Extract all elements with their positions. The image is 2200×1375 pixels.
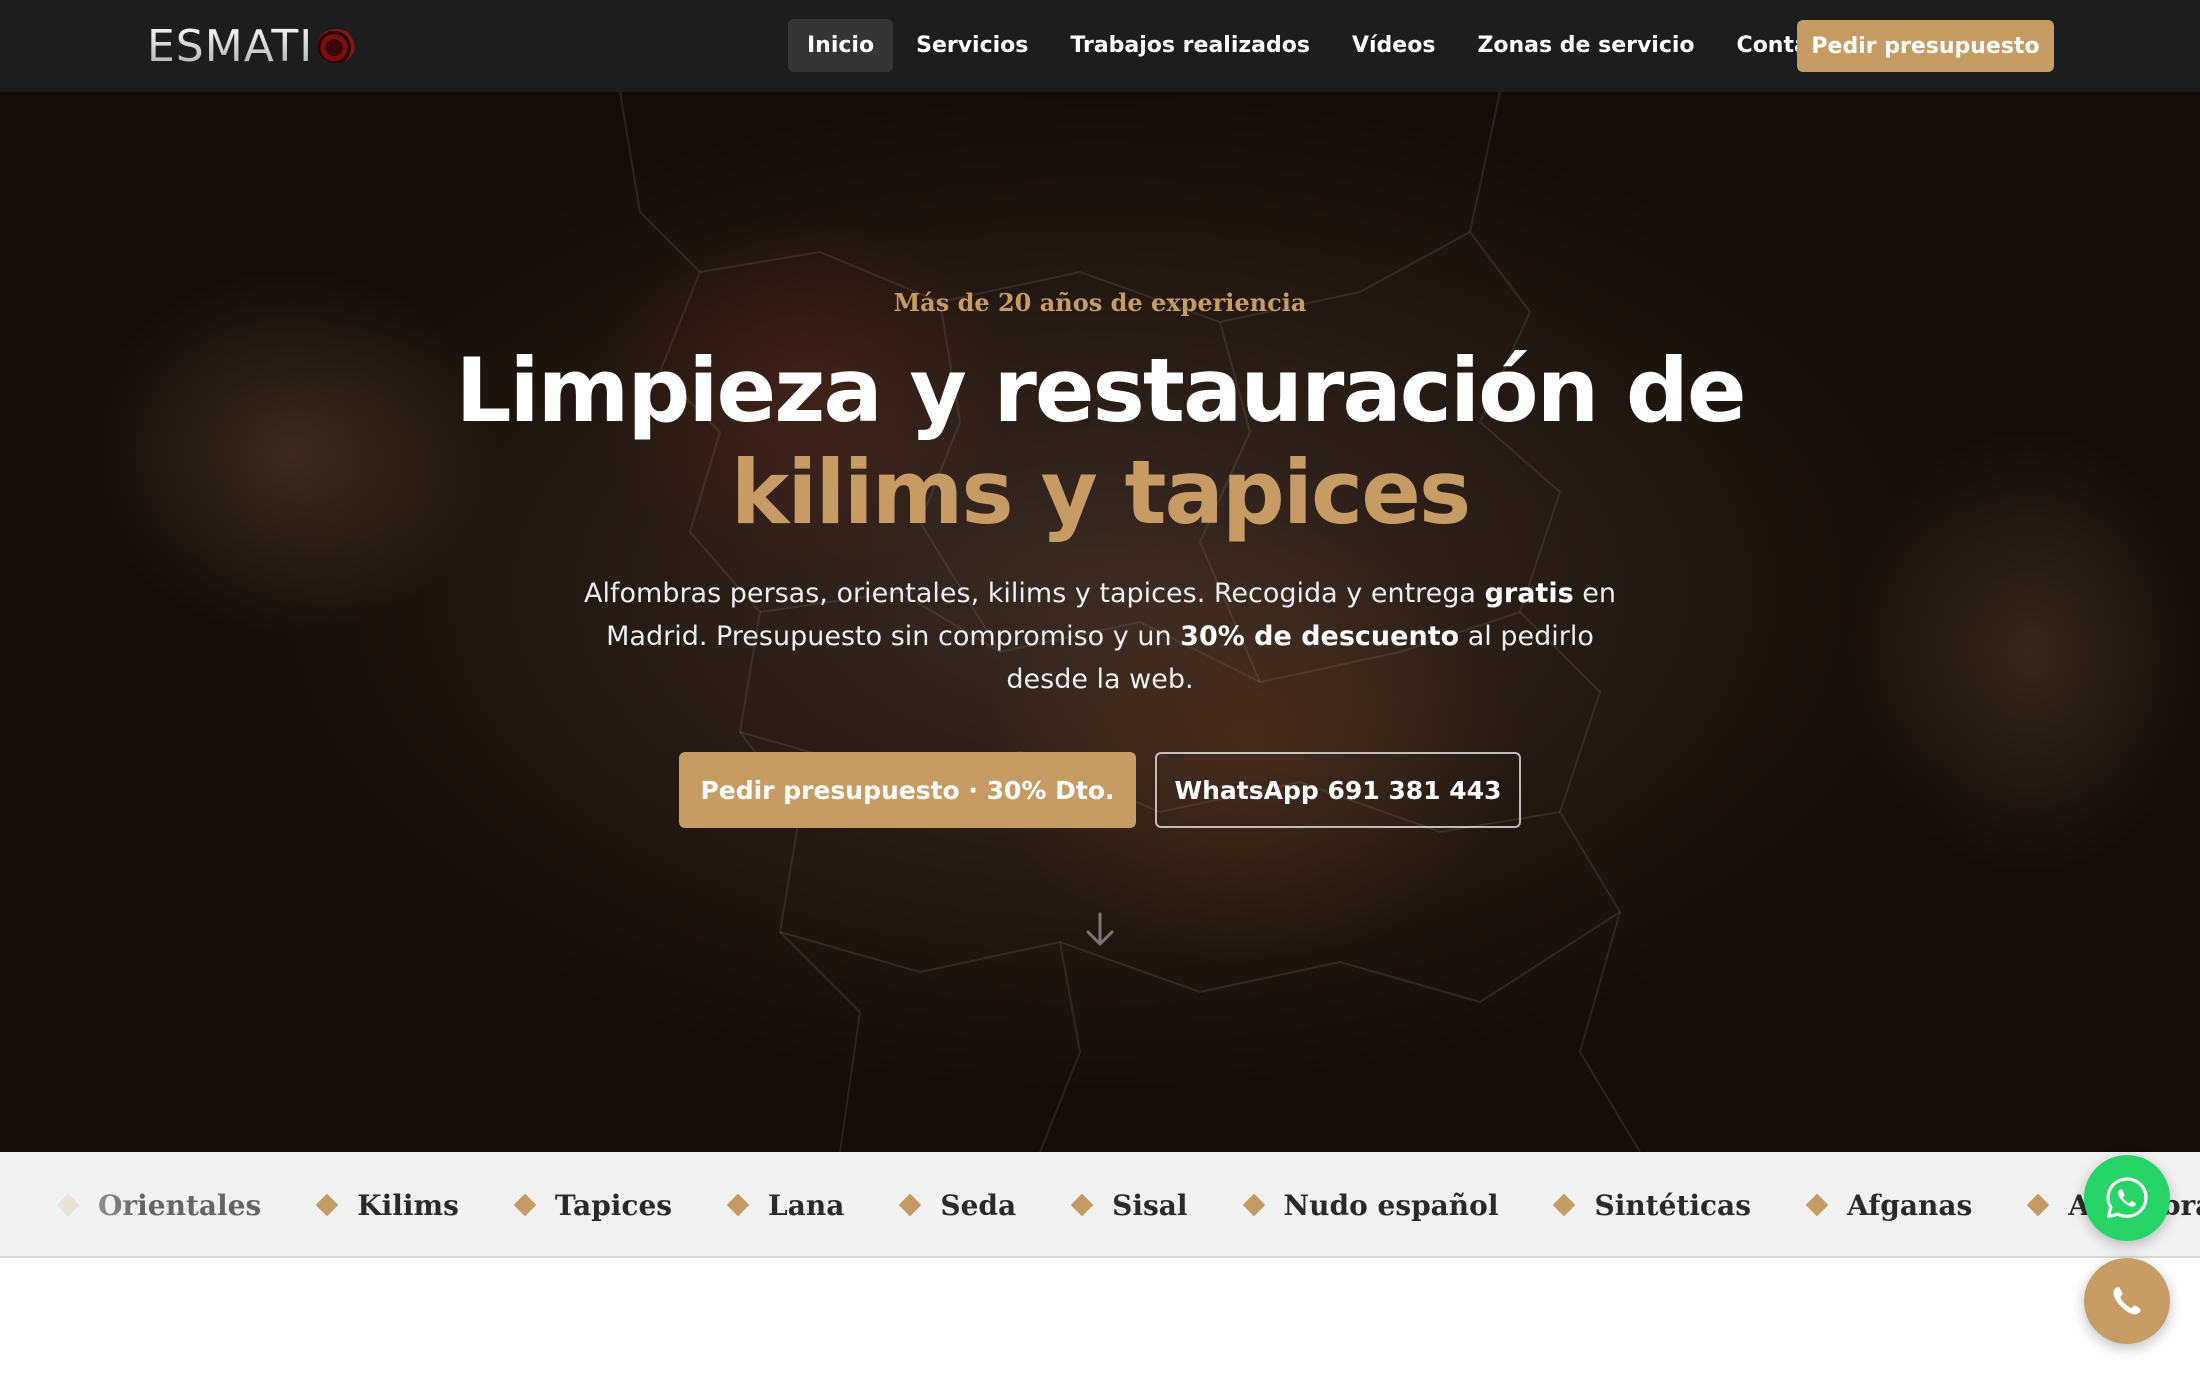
rug-type-label: Seda xyxy=(940,1188,1017,1222)
diamond-icon xyxy=(315,1193,339,1217)
hero-subtext-part1: Alfombras persas, orientales, kilims y t… xyxy=(584,578,1485,609)
strip-fade-left xyxy=(0,1152,140,1256)
nav-item-videos[interactable]: Vídeos xyxy=(1333,19,1454,72)
whatsapp-floating-button[interactable] xyxy=(2084,1155,2170,1241)
hero-headline: Limpieza y restauración de kilims y tapi… xyxy=(0,340,2200,544)
diamond-icon xyxy=(1070,1193,1094,1217)
logo[interactable]: ESMATI xyxy=(147,18,356,74)
hero-quote-button[interactable]: Pedir presupuesto · 30% Dto. xyxy=(679,752,1136,828)
nav-item-inicio[interactable]: Inicio xyxy=(788,19,894,72)
rug-type-label: Kilims xyxy=(357,1188,459,1222)
phone-floating-button[interactable] xyxy=(2084,1258,2170,1344)
rug-types-strip: Orientales Kilims Tapices Lana Seda Sisa… xyxy=(0,1152,2200,1258)
hero-subtext-bold1: gratis xyxy=(1484,578,1574,609)
main-nav: Inicio Servicios Trabajos realizados Víd… xyxy=(788,19,1871,72)
diamond-icon xyxy=(1242,1193,1265,1217)
diamond-icon xyxy=(726,1193,750,1217)
diamond-icon xyxy=(513,1193,537,1217)
rug-type-label: Afganas xyxy=(1846,1188,1973,1222)
rug-type-label: Tapices xyxy=(554,1188,673,1222)
rug-type-label: Sisal xyxy=(1112,1188,1188,1222)
hero-section: Más de 20 años de experiencia Limpieza y… xyxy=(0,92,2200,1152)
hero-headline-accent: kilims y tapices xyxy=(730,441,1472,544)
diamond-icon xyxy=(899,1193,922,1217)
hero-whatsapp-button[interactable]: WhatsApp 691 381 443 xyxy=(1155,752,1521,828)
logo-mark-icon xyxy=(317,29,356,63)
diamond-icon xyxy=(1805,1193,1829,1217)
diamond-icon xyxy=(2026,1193,2050,1217)
rug-type-item: Afganas xyxy=(1805,1188,1973,1222)
rug-types-track: Orientales Kilims Tapices Lana Seda Sisa… xyxy=(56,1152,2200,1256)
rug-type-label: Sintéticas xyxy=(1594,1188,1751,1222)
site-header: ESMATI Inicio Servicios Trabajos realiza… xyxy=(0,0,2200,92)
rug-type-item: Lana xyxy=(726,1188,845,1222)
hero-subtext-bold2: 30% de descuento xyxy=(1180,621,1460,652)
rug-type-label: Lana xyxy=(768,1188,845,1222)
rug-type-item: Nudo español xyxy=(1242,1188,1499,1222)
rug-type-item: Kilims xyxy=(315,1188,459,1222)
hero-eyebrow: Más de 20 años de experiencia xyxy=(893,288,1307,317)
whatsapp-icon xyxy=(2106,1177,2148,1219)
rug-type-item: Sintéticas xyxy=(1553,1188,1751,1222)
rug-type-item: Tapices xyxy=(513,1188,673,1222)
nav-item-zonas[interactable]: Zonas de servicio xyxy=(1458,19,1713,72)
hero-subtext: Alfombras persas, orientales, kilims y t… xyxy=(580,572,1620,701)
nav-item-trabajos[interactable]: Trabajos realizados xyxy=(1051,19,1329,72)
logo-text: ESMATI xyxy=(147,20,314,72)
rug-type-item: Seda xyxy=(899,1188,1017,1222)
header-quote-button[interactable]: Pedir presupuesto xyxy=(1797,20,2054,72)
rug-type-label: Nudo español xyxy=(1283,1188,1499,1222)
hero-headline-line1: Limpieza y restauración de xyxy=(455,339,1746,442)
nav-item-servicios[interactable]: Servicios xyxy=(897,19,1047,72)
arrow-down-icon[interactable] xyxy=(1084,912,1116,948)
phone-icon xyxy=(2113,1287,2141,1315)
diamond-icon xyxy=(1553,1193,1576,1217)
rug-type-item: Sisal xyxy=(1070,1188,1188,1222)
